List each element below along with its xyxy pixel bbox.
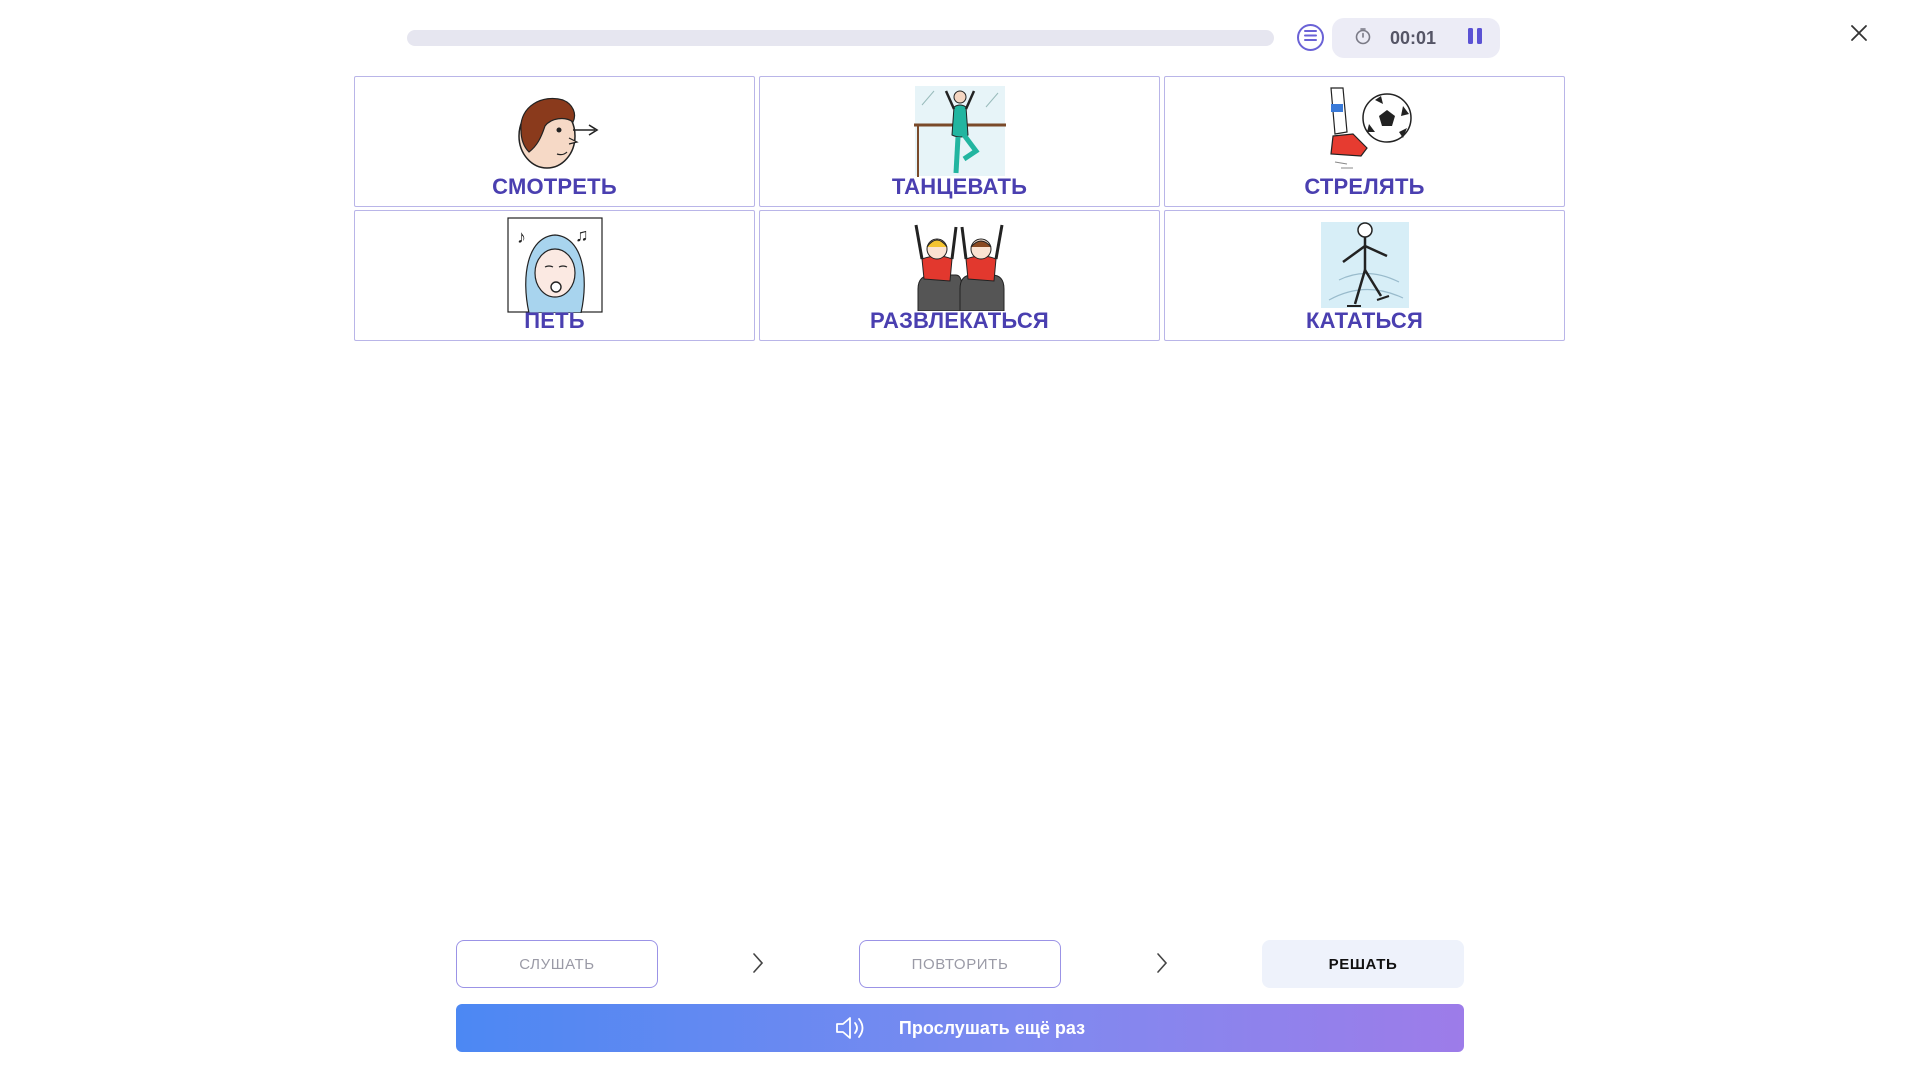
pause-button[interactable]: [1464, 27, 1486, 49]
listen-again-label: Прослушать ещё раз: [898, 1017, 1086, 1038]
card-sing[interactable]: ♪ ♫ ПЕТЬ: [354, 210, 755, 341]
progress-bar: [407, 30, 1274, 46]
card-have-fun[interactable]: РАЗВЛЕКАТЬСЯ: [759, 210, 1160, 341]
repeat-step-button[interactable]: ПОВТОРИТЬ: [859, 940, 1061, 988]
kick-ball-icon: [1317, 83, 1413, 179]
close-button[interactable]: [1846, 22, 1872, 48]
stopwatch-icon: [1354, 27, 1372, 50]
card-dance[interactable]: ТАНЦЕВАТЬ: [759, 76, 1160, 207]
close-icon: [1850, 24, 1868, 47]
have-fun-icon: [912, 217, 1008, 313]
solve-step-button[interactable]: РЕШАТЬ: [1262, 940, 1464, 988]
listen-step-label: СЛУШАТЬ: [519, 955, 595, 973]
card-label: КАТАТЬСЯ: [1305, 308, 1424, 333]
card-look[interactable]: СМОТРЕТЬ: [354, 76, 755, 207]
listen-again-button[interactable]: Прослушать ещё раз: [456, 1004, 1464, 1052]
skate-icon: [1317, 217, 1413, 313]
sing-icon: ♪ ♫: [506, 217, 603, 313]
solve-step-label: РЕШАТЬ: [1328, 955, 1398, 973]
repeat-step-label: ПОВТОРИТЬ: [911, 955, 1009, 973]
svg-text:♪: ♪: [517, 227, 526, 247]
card-shoot[interactable]: СТРЕЛЯТЬ: [1164, 76, 1565, 207]
timer-value: 00:01: [1390, 27, 1437, 48]
speaker-icon: [835, 1014, 869, 1042]
chevron-right-icon: [748, 950, 768, 976]
card-skate[interactable]: КАТАТЬСЯ: [1164, 210, 1565, 341]
dance-icon: [912, 83, 1008, 179]
listen-step-button[interactable]: СЛУШАТЬ: [456, 940, 658, 988]
look-icon: [507, 83, 603, 179]
card-label: РАЗВЛЕКАТЬСЯ: [870, 308, 1049, 333]
list-button[interactable]: [1297, 24, 1324, 51]
list-icon: [1303, 29, 1318, 47]
svg-text:♫: ♫: [575, 225, 589, 245]
timer-panel: 00:01: [1332, 18, 1500, 58]
chevron-right-icon: [1152, 950, 1172, 976]
card-label: ПЕТЬ: [524, 308, 585, 333]
card-label: СМОТРЕТЬ: [492, 174, 617, 199]
card-label: СТРЕЛЯТЬ: [1304, 174, 1425, 199]
pause-icon: [1467, 27, 1483, 50]
word-card-grid: СМОТРЕТЬ ТАНЦЕВАТЬ СТРЕЛЯТЬ ♪ ♫ ПЕТЬ РАЗ…: [354, 76, 1566, 341]
card-label: ТАНЦЕВАТЬ: [891, 174, 1028, 199]
